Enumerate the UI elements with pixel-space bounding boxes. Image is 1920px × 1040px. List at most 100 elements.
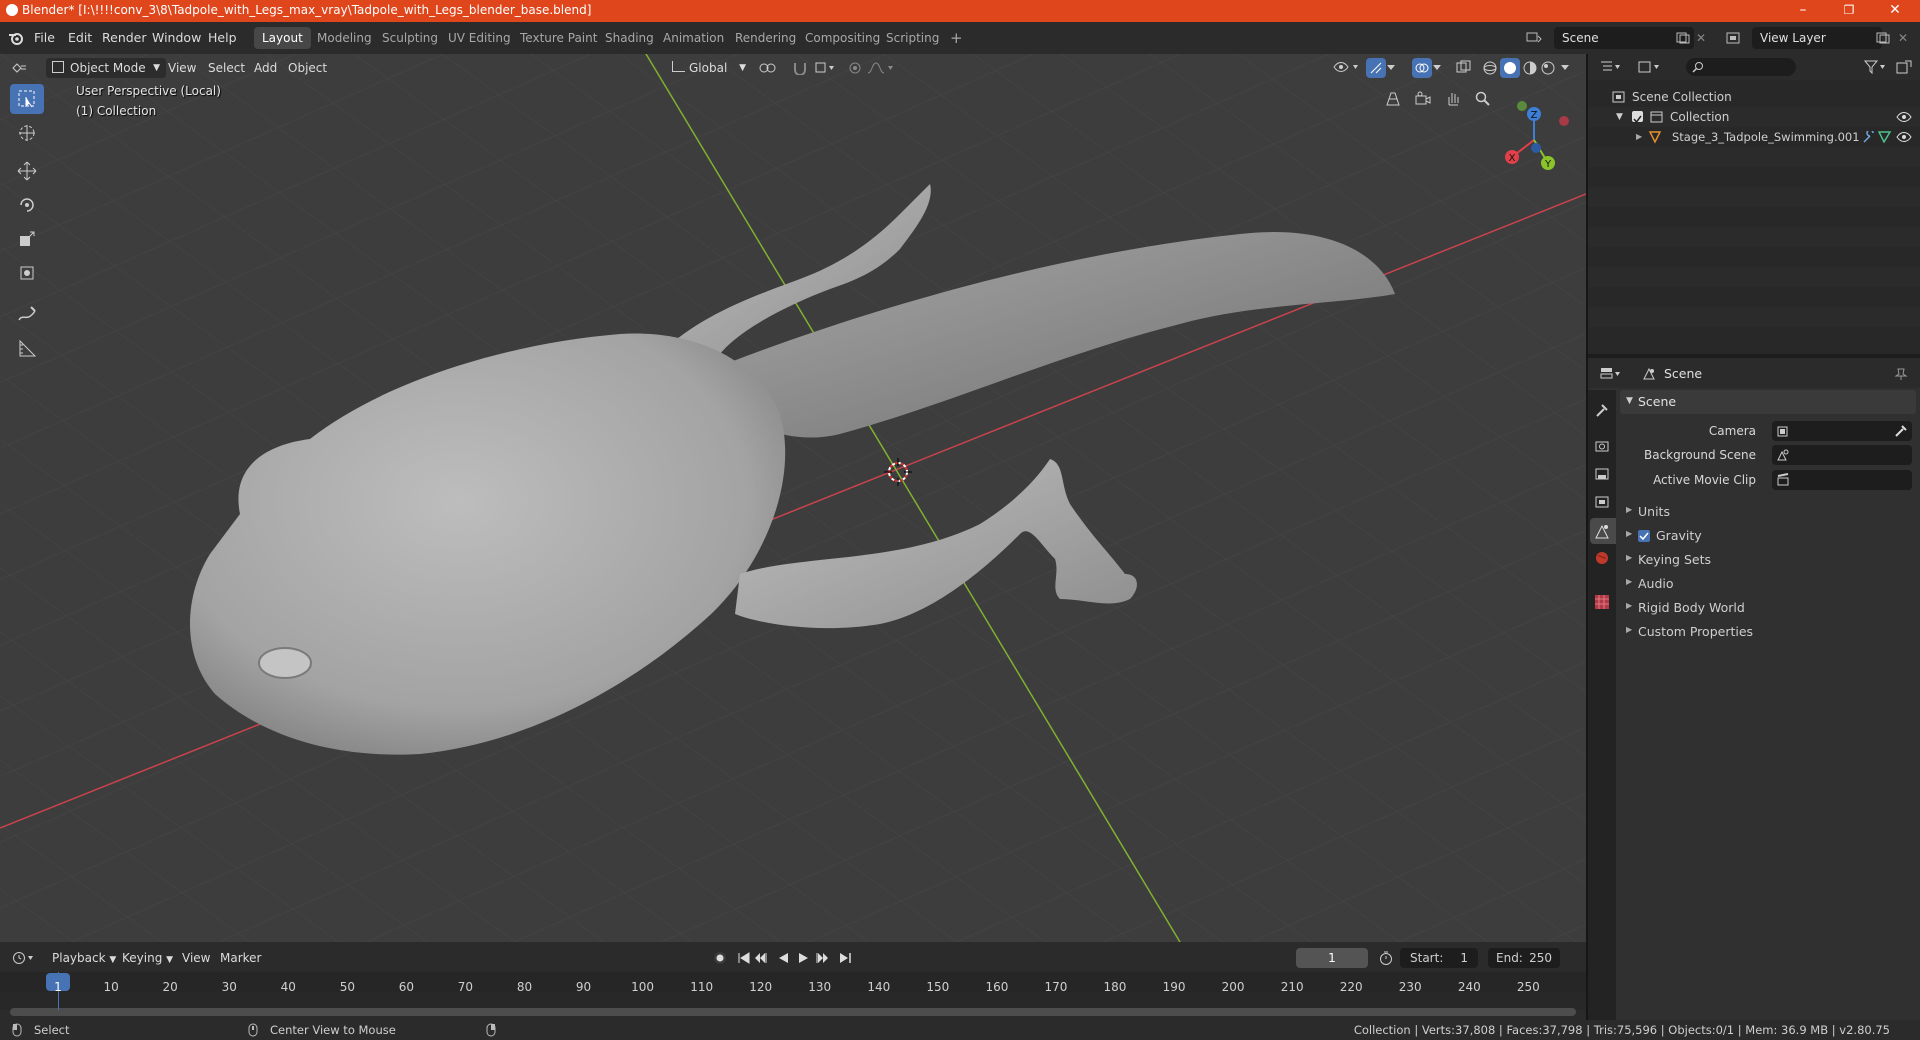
- gravity-checkbox[interactable]: [1638, 530, 1650, 542]
- menu-window[interactable]: Window: [152, 22, 201, 54]
- tab-compositing[interactable]: Compositing: [797, 27, 888, 49]
- eye-icon[interactable]: [1896, 111, 1912, 123]
- expand-arrow-icon[interactable]: ▶: [1626, 529, 1632, 538]
- tool-tab-icon[interactable]: [1594, 402, 1610, 418]
- custom-properties-panel[interactable]: ▶ Custom Properties: [1620, 620, 1916, 644]
- view-layer-icon[interactable]: [1726, 31, 1742, 45]
- navigation-gizmo[interactable]: Z X Y: [1490, 84, 1580, 174]
- stopwatch-icon[interactable]: [1378, 950, 1394, 966]
- orientation-dropdown[interactable]: Global ▼: [672, 58, 748, 78]
- chevron-down-icon[interactable]: [1560, 62, 1570, 72]
- units-panel[interactable]: ▶ Units: [1620, 500, 1916, 524]
- play-reverse-icon[interactable]: [776, 951, 792, 967]
- rigid-body-world-panel[interactable]: ▶ Rigid Body World: [1620, 596, 1916, 620]
- jump-keyframe-forward-icon[interactable]: [816, 951, 832, 967]
- tab-texture-paint[interactable]: Texture Paint: [512, 27, 605, 49]
- cursor-tool[interactable]: [10, 118, 44, 148]
- timeline-view-menu[interactable]: View: [182, 948, 210, 968]
- falloff-icon[interactable]: [866, 61, 896, 75]
- mesh-data-icon[interactable]: [1878, 131, 1892, 143]
- close-button[interactable]: ✕: [1872, 0, 1918, 22]
- blender-menu-icon[interactable]: [8, 30, 24, 46]
- camera-view-icon[interactable]: [1410, 86, 1436, 112]
- solid-shading-button[interactable]: [1500, 58, 1520, 78]
- minimize-button[interactable]: –: [1780, 0, 1826, 22]
- expand-arrow-icon[interactable]: ▶: [1626, 553, 1632, 562]
- rendered-shading-icon[interactable]: [1540, 60, 1556, 76]
- outliner-row-collection[interactable]: ▼ Collection: [1588, 107, 1920, 127]
- 3d-viewport[interactable]: User Perspective (Local) (1) Collection …: [0, 54, 1586, 942]
- modifier-wrench-icon[interactable]: [1862, 131, 1876, 143]
- neg-x-axis-icon[interactable]: [1559, 116, 1569, 126]
- object-mode-dropdown[interactable]: Object Mode ▼: [46, 58, 166, 78]
- background-scene-field[interactable]: [1772, 445, 1912, 465]
- audio-panel[interactable]: ▶ Audio: [1620, 572, 1916, 596]
- horizontal-scrollbar[interactable]: [10, 1008, 1576, 1016]
- rotate-tool[interactable]: [10, 190, 44, 220]
- add-workspace-button[interactable]: +: [942, 27, 971, 49]
- menu-add[interactable]: Add: [254, 58, 277, 78]
- tab-shading[interactable]: Shading: [597, 27, 662, 49]
- jump-start-icon[interactable]: [736, 951, 752, 967]
- xray-icon[interactable]: [1456, 60, 1472, 76]
- menu-edit[interactable]: Edit: [68, 22, 92, 54]
- wireframe-shading-icon[interactable]: [1482, 60, 1498, 76]
- new-scene-icon[interactable]: [1676, 32, 1690, 44]
- keying-sets-panel[interactable]: ▶ Keying Sets: [1620, 548, 1916, 572]
- tab-modeling[interactable]: Modeling: [309, 27, 380, 49]
- neg-z-axis-icon[interactable]: [1531, 143, 1541, 153]
- zoom-icon[interactable]: [1470, 86, 1496, 112]
- remove-view-layer-icon[interactable]: ✕: [1898, 31, 1908, 45]
- annotate-tool[interactable]: [10, 300, 44, 330]
- keying-menu[interactable]: Keying ▼: [122, 948, 173, 968]
- measure-tool[interactable]: [10, 334, 44, 364]
- output-tab-icon[interactable]: [1594, 466, 1610, 482]
- pivot-point-icon[interactable]: [758, 61, 782, 75]
- expand-arrow-icon[interactable]: ▼: [1626, 396, 1633, 406]
- overlays-toggle-button[interactable]: [1412, 58, 1432, 78]
- camera-field[interactable]: [1772, 421, 1912, 441]
- timeline-editor-type-icon[interactable]: [12, 950, 36, 966]
- outliner-search-input[interactable]: [1686, 58, 1796, 76]
- tab-uv-editing[interactable]: UV Editing: [440, 27, 519, 49]
- tab-animation[interactable]: Animation: [655, 27, 732, 49]
- snap-target-icon[interactable]: [814, 61, 838, 75]
- display-mode-icon[interactable]: [1638, 60, 1662, 74]
- expand-arrow-icon[interactable]: ▶: [1626, 601, 1632, 610]
- playback-menu[interactable]: Playback ▼: [52, 948, 116, 968]
- scene-selector-icon[interactable]: [1526, 31, 1542, 45]
- scene-tab[interactable]: [1590, 518, 1616, 544]
- material-shading-icon[interactable]: [1522, 60, 1538, 76]
- move-tool[interactable]: [10, 156, 44, 186]
- visibility-selectable-icon[interactable]: [1332, 60, 1362, 74]
- expand-arrow-icon[interactable]: ▶: [1626, 625, 1632, 634]
- snap-icon[interactable]: [792, 61, 808, 75]
- select-box-tool[interactable]: [10, 84, 44, 114]
- view-layer-tab-icon[interactable]: [1594, 494, 1610, 510]
- end-frame-field[interactable]: End: 250: [1488, 948, 1560, 968]
- render-tab-icon[interactable]: [1594, 438, 1610, 454]
- gizmo-toggle-button[interactable]: [1366, 58, 1386, 78]
- properties-editor-type-icon[interactable]: [1600, 367, 1622, 381]
- pin-icon[interactable]: [1894, 367, 1908, 381]
- menu-object[interactable]: Object: [288, 58, 327, 78]
- start-frame-field[interactable]: Start: 1: [1400, 948, 1478, 968]
- proportional-editing-icon[interactable]: [848, 61, 862, 75]
- outliner-editor-type-icon[interactable]: [1600, 60, 1622, 74]
- tab-rendering[interactable]: Rendering: [727, 27, 804, 49]
- new-collection-icon[interactable]: [1896, 60, 1912, 76]
- outliner-row-scene-collection[interactable]: Scene Collection: [1588, 87, 1920, 107]
- tab-sculpting[interactable]: Sculpting: [374, 27, 446, 49]
- scene-name-field[interactable]: Scene: [1554, 27, 1694, 49]
- world-tab-icon[interactable]: [1594, 550, 1610, 566]
- expand-arrow-icon[interactable]: ▶: [1636, 127, 1642, 147]
- texture-tab-icon[interactable]: [1594, 594, 1610, 610]
- menu-view[interactable]: View: [168, 58, 196, 78]
- marker-menu[interactable]: Marker: [220, 948, 261, 968]
- neg-y-axis-icon[interactable]: [1517, 101, 1527, 111]
- maximize-button[interactable]: ❐: [1826, 0, 1872, 22]
- tab-layout[interactable]: Layout: [254, 27, 311, 49]
- play-icon[interactable]: [796, 951, 812, 967]
- gravity-panel[interactable]: ▶ Gravity: [1620, 524, 1916, 548]
- outliner-row-object[interactable]: ▶ Stage_3_Tadpole_Swimming.001: [1588, 127, 1920, 147]
